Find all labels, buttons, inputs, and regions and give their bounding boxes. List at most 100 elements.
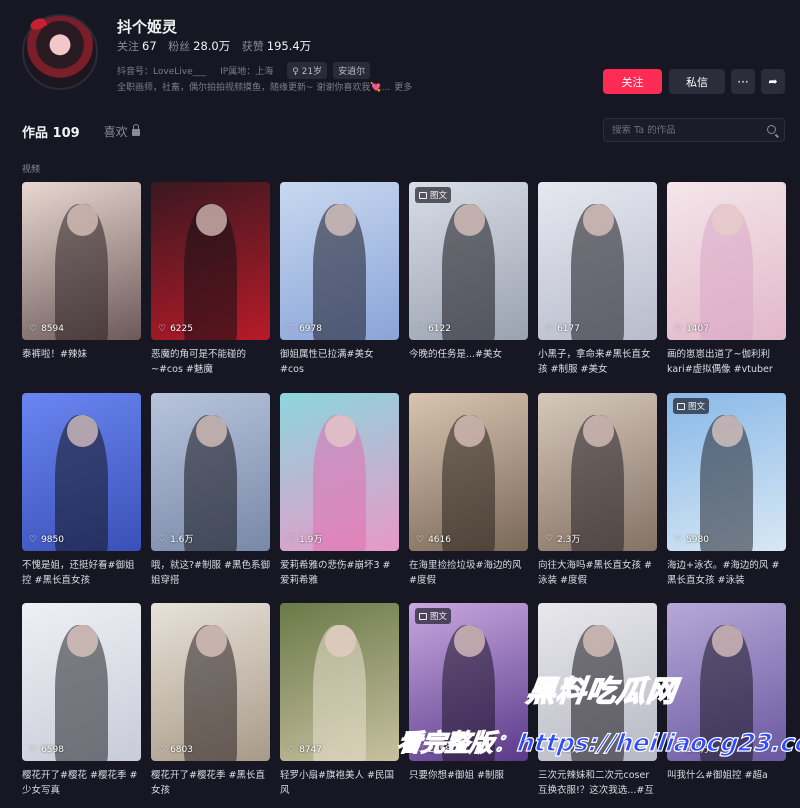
video-thumbnail[interactable]: ♡ 6225 (151, 182, 270, 340)
video-caption[interactable]: 爱莉希雅の悲伤#崩坏3 #爱莉希雅 (280, 558, 399, 588)
heart-icon: ♡ (287, 745, 296, 755)
video-card[interactable]: ♡ 1.6万哦，就这?#制服 #黑色系御姐穿搭 (151, 393, 270, 588)
thumbnail-figure-head (67, 204, 99, 236)
video-likes: ♡ 1.6万 (158, 532, 194, 546)
video-likes: ♡ 6978 (287, 324, 322, 334)
video-card[interactable]: ♡ 6177 小黑子，拿命来#黑长直女孩 #制服 #美女 (538, 182, 657, 377)
like-count: 1.6万 (170, 535, 194, 545)
video-thumbnail[interactable]: ♡ 1.6万 (151, 393, 270, 551)
video-card[interactable]: 图文 ♡ 6122 今晚的任务是...#美女 (409, 182, 528, 377)
badge-label: 图文 (430, 612, 448, 622)
thumbnail-figure-head (67, 415, 99, 447)
video-thumbnail[interactable]: ♡ 6803 (151, 603, 270, 761)
video-card[interactable]: ♡ 1407 画的崽崽出道了~伽利利kari#虚拟偶像 #vtuber (667, 182, 786, 377)
video-card[interactable]: ♡ 9850 不愧是姐，还挺好看#御姐控 #黑长直女孩 (22, 393, 141, 588)
video-likes: ♡ 6803 (158, 745, 193, 755)
gallery-icon (677, 402, 685, 410)
video-card[interactable]: ♡ 1.9万爱莉希雅の悲伤#崩坏3 #爱莉希雅 (280, 393, 399, 588)
heart-icon: ♡ (158, 533, 167, 544)
video-likes: ♡ 6177 (545, 324, 580, 334)
video-thumbnail[interactable]: ♡ 6978 (280, 182, 399, 340)
video-card[interactable]: ♡ 2.3万向往大海吗#黑长直女孩 #泳装 #度假 (538, 393, 657, 588)
thumbnail-figure-head (325, 204, 357, 236)
video-likes: ♡ 8747 (287, 745, 322, 755)
thumbnail-figure-head (454, 204, 486, 236)
heart-icon: ♡ (29, 324, 38, 334)
video-thumbnail[interactable]: ♡ 4616 (409, 393, 528, 551)
video-thumbnail[interactable]: ♡ 8594 (22, 182, 141, 340)
video-caption[interactable]: 御姐属性已拉满#美女 #cos (280, 347, 399, 377)
video-caption[interactable]: 在海里捡捡垃圾#海边的风 #度假 (409, 558, 528, 588)
video-card[interactable]: ♡ 8747 轻罗小扇#旗袍美人 #民国风 (280, 603, 399, 798)
video-thumbnail[interactable]: ♡ 9850 (22, 393, 141, 551)
video-caption[interactable]: 小黑子，拿命来#黑长直女孩 #制服 #美女 (538, 347, 657, 377)
image-post-badge: 图文 (415, 608, 452, 624)
video-thumbnail[interactable]: ♡ 1407 (667, 182, 786, 340)
video-caption[interactable]: 恶魔的角可是不能碰的~#cos #魅魔 (151, 347, 270, 377)
video-likes: ♡ 6598 (29, 745, 64, 755)
like-count: 9850 (41, 535, 64, 545)
heart-icon: ♡ (545, 533, 554, 544)
video-card[interactable]: ♡ 1.3万 叫我什么#御姐控 #超a (667, 603, 786, 798)
badge-label: 图文 (430, 191, 448, 201)
video-card[interactable]: ♡ 6225 恶魔的角可是不能碰的~#cos #魅魔 (151, 182, 270, 377)
like-count: 4616 (428, 535, 451, 545)
video-likes: ♡ 9850 (29, 535, 64, 545)
heart-icon: ♡ (416, 535, 425, 545)
heart-icon: ♡ (287, 533, 296, 544)
video-caption[interactable]: 叫我什么#御姐控 #超a (667, 768, 786, 798)
video-caption[interactable]: 不愧是姐，还挺好看#御姐控 #黑长直女孩 (22, 558, 141, 588)
video-thumbnail[interactable]: ♡ 8747 (280, 603, 399, 761)
heart-icon: ♡ (158, 745, 167, 755)
video-caption[interactable]: 海边+泳衣。#海边的风 #黑长直女孩 #泳装 (667, 558, 786, 588)
video-card[interactable]: ♡ 6598 樱花开了#樱花 #樱花季 #少女写真 (22, 603, 141, 798)
video-card[interactable]: ♡ 8594 泰裤啦！#辣妹 (22, 182, 141, 377)
video-card[interactable]: 图文 ♡ 2058 只要你想#御姐 #制服 (409, 603, 528, 798)
video-likes: ♡ 4616 (416, 535, 451, 545)
video-likes: ♡ 1407 (674, 324, 709, 334)
thumbnail-figure-head (325, 625, 357, 657)
video-caption[interactable]: 今晚的任务是...#美女 (409, 347, 528, 377)
thumbnail-figure-head (712, 625, 744, 657)
video-caption[interactable]: 画的崽崽出道了~伽利利kari#虚拟偶像 #vtuber (667, 347, 786, 377)
like-count: 2.3万 (557, 535, 581, 545)
heart-icon: ♡ (416, 324, 425, 334)
video-card[interactable]: ♡ 4616 在海里捡捡垃圾#海边的风 #度假 (409, 393, 528, 588)
badge-label: 图文 (688, 402, 706, 412)
image-post-badge: 图文 (415, 187, 452, 203)
gallery-icon (419, 191, 427, 199)
thumbnail-figure-head (196, 415, 228, 447)
video-caption[interactable]: 樱花开了#樱花季 #黑长直女孩 (151, 768, 270, 798)
video-thumbnail[interactable]: 图文 ♡ 5980 (667, 393, 786, 551)
thumbnail-figure-head (583, 625, 615, 657)
heart-icon: ♡ (158, 324, 167, 334)
video-caption[interactable]: 向往大海吗#黑长直女孩 #泳装 #度假 (538, 558, 657, 588)
video-caption[interactable]: 哦，就这?#制服 #黑色系御姐穿搭 (151, 558, 270, 588)
like-count: 5980 (686, 535, 709, 545)
video-card[interactable]: ♡ 6803 樱花开了#樱花季 #黑长直女孩 (151, 603, 270, 798)
video-card[interactable]: 图文 ♡ 5980 海边+泳衣。#海边的风 #黑长直女孩 #泳装 (667, 393, 786, 588)
thumbnail-figure-head (712, 415, 744, 447)
like-count: 6978 (299, 324, 322, 334)
video-card[interactable]: ♡ 6978 御姐属性已拉满#美女 #cos (280, 182, 399, 377)
video-thumbnail[interactable]: ♡ 2.3万 (538, 393, 657, 551)
thumbnail-figure-head (454, 415, 486, 447)
video-thumbnail[interactable]: 图文 ♡ 6122 (409, 182, 528, 340)
video-caption[interactable]: 轻罗小扇#旗袍美人 #民国风 (280, 768, 399, 798)
like-count: 6803 (170, 745, 193, 755)
video-caption[interactable]: 三次元辣妹和二次元coser互换衣服!？这次我选...#互 (538, 768, 657, 798)
thumbnail-figure-head (583, 204, 615, 236)
video-thumbnail[interactable]: ♡ 1.9万 (280, 393, 399, 551)
heart-icon: ♡ (29, 535, 38, 545)
like-count: 1407 (686, 324, 709, 334)
video-caption[interactable]: 泰裤啦！#辣妹 (22, 347, 141, 377)
video-caption[interactable]: 樱花开了#樱花 #樱花季 #少女写真 (22, 768, 141, 798)
like-count: 1.9万 (299, 535, 323, 545)
heart-icon: ♡ (29, 745, 38, 755)
thumbnail-figure-head (454, 625, 486, 657)
video-likes: ♡ 5980 (674, 535, 709, 545)
video-thumbnail[interactable]: ♡ 6598 (22, 603, 141, 761)
heart-icon: ♡ (674, 535, 683, 545)
video-caption[interactable]: 只要你想#御姐 #制服 (409, 768, 528, 798)
video-thumbnail[interactable]: ♡ 6177 (538, 182, 657, 340)
